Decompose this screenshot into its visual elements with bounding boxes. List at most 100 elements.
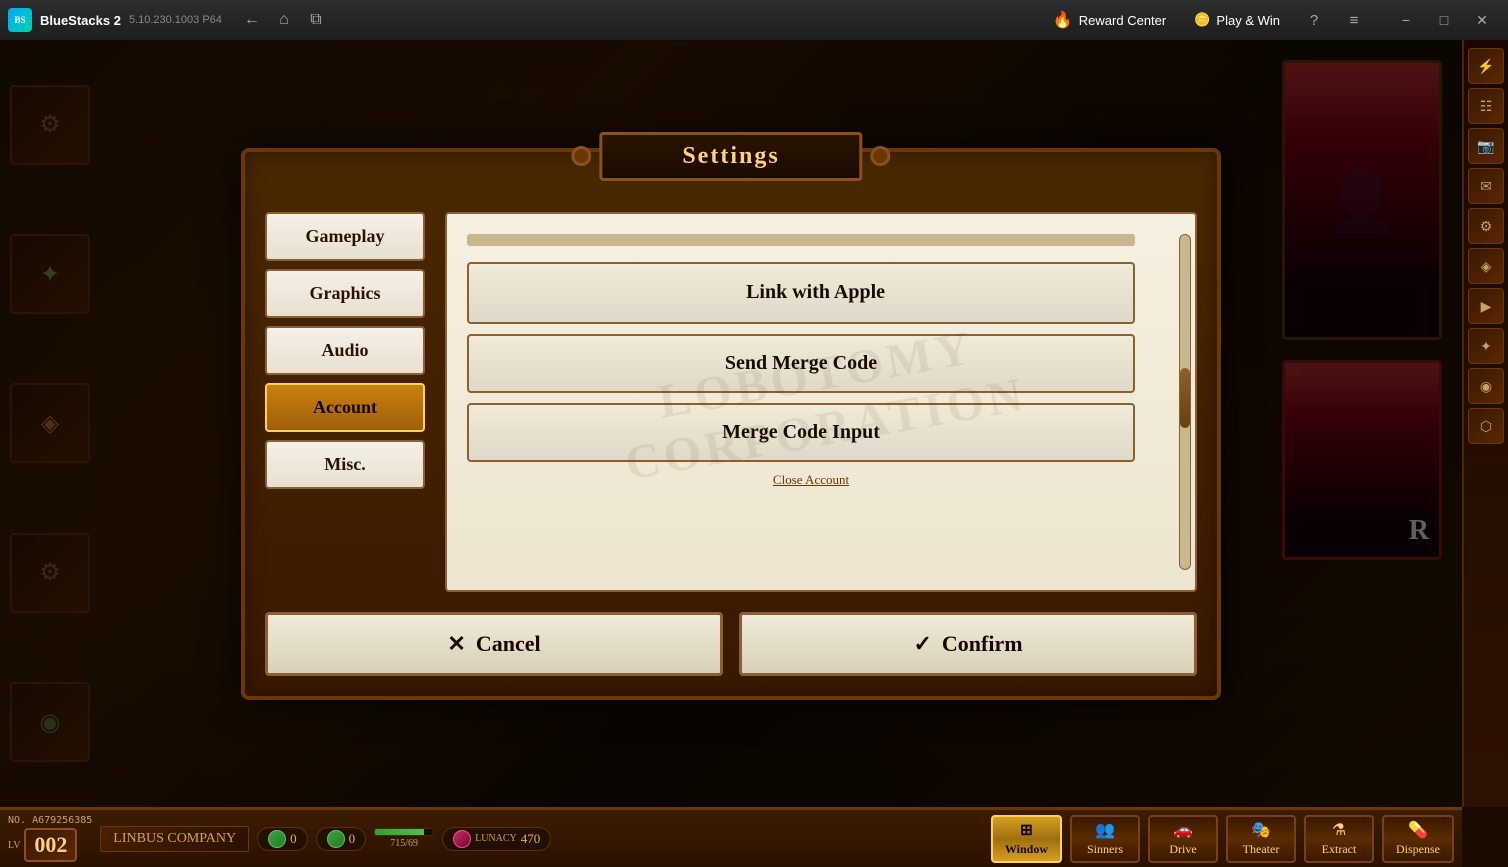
app-name: BlueStacks 2 bbox=[40, 13, 121, 28]
rose-icon bbox=[453, 830, 471, 848]
window-label: Window bbox=[1005, 842, 1048, 857]
multi-instance-button[interactable]: ⧉ bbox=[302, 6, 330, 34]
back-button[interactable]: ← bbox=[238, 6, 266, 34]
confirm-icon: ✓ bbox=[913, 631, 931, 657]
lunacy-label: LUNACY bbox=[475, 833, 517, 844]
close-button[interactable]: ✕ bbox=[1464, 6, 1500, 34]
play-win-label: Play & Win bbox=[1216, 13, 1280, 28]
lunacy-value: 470 bbox=[521, 831, 541, 847]
tab-misc[interactable]: Misc. bbox=[265, 440, 425, 489]
menu-extract-button[interactable]: ⚗ Extract bbox=[1304, 815, 1374, 863]
fire-icon: 🔥 bbox=[1053, 10, 1073, 30]
sidebar-btn-3[interactable]: 📷 bbox=[1468, 128, 1504, 164]
sidebar-btn-6[interactable]: ◈ bbox=[1468, 248, 1504, 284]
menu-theater-button[interactable]: 🎭 Theater bbox=[1226, 815, 1296, 863]
health-bar bbox=[374, 828, 434, 836]
resource-icon-1 bbox=[268, 830, 286, 848]
merge-code-input-button[interactable]: Merge Code Input bbox=[467, 403, 1135, 462]
theater-icon: 🎭 bbox=[1251, 820, 1271, 840]
settings-scrollbar[interactable] bbox=[1179, 234, 1191, 570]
tab-gameplay[interactable]: Gameplay bbox=[265, 212, 425, 261]
deco-circle-right bbox=[871, 146, 891, 166]
tab-graphics[interactable]: Graphics bbox=[265, 269, 425, 318]
sidebar-btn-2[interactable]: ☷ bbox=[1468, 88, 1504, 124]
coin-icon: 🪙 bbox=[1194, 12, 1210, 28]
send-merge-code-button[interactable]: Send Merge Code bbox=[467, 334, 1135, 393]
confirm-button[interactable]: ✓ Confirm bbox=[739, 612, 1197, 676]
send-merge-label: Send Merge Code bbox=[725, 352, 877, 375]
resource-2: 0 bbox=[316, 827, 367, 851]
menu-drive-button[interactable]: 🚗 Drive bbox=[1148, 815, 1218, 863]
sidebar-btn-7[interactable]: ▶ bbox=[1468, 288, 1504, 324]
cancel-button[interactable]: ✕ Cancel bbox=[265, 612, 723, 676]
cancel-label: Cancel bbox=[476, 631, 541, 657]
window-icon: ⊞ bbox=[1020, 820, 1033, 840]
bottom-bar: NO. A679256385 LV 002 LINBUS COMPANY 0 0… bbox=[0, 807, 1462, 867]
health-bar-fill bbox=[375, 829, 424, 835]
merge-input-label: Merge Code Input bbox=[722, 421, 880, 444]
home-button[interactable]: ⌂ bbox=[270, 6, 298, 34]
settings-right-panel: LOBOTOMY CORPORATION  Link with Apple bbox=[445, 212, 1197, 592]
sinners-icon: 👥 bbox=[1095, 820, 1115, 840]
help-button[interactable]: ? bbox=[1300, 6, 1328, 34]
maximize-button[interactable]: □ bbox=[1426, 6, 1462, 34]
player-name: LINBUS COMPANY bbox=[100, 826, 249, 852]
tab-audio[interactable]: Audio bbox=[265, 326, 425, 375]
sidebar-btn-5[interactable]: ⚙ bbox=[1468, 208, 1504, 244]
drive-icon: 🚗 bbox=[1173, 820, 1193, 840]
menu-sinners-button[interactable]: 👥 Sinners bbox=[1070, 815, 1140, 863]
resource-1: 0 bbox=[257, 827, 308, 851]
titlebar-nav: ← ⌂ ⧉ bbox=[238, 6, 330, 34]
close-account-link[interactable]: Close Account bbox=[467, 472, 1155, 488]
player-id: NO. A679256385 bbox=[8, 815, 92, 826]
settings-tabs: Gameplay Graphics Audio Account Misc. bbox=[265, 212, 425, 592]
health-value: 715/69 bbox=[374, 838, 434, 849]
sidebar-btn-10[interactable]: ⬡ bbox=[1468, 408, 1504, 444]
sidebar-btn-4[interactable]: ✉ bbox=[1468, 168, 1504, 204]
deco-circle-left bbox=[571, 146, 591, 166]
settings-panel: Settings Gameplay Graphics Audio Account… bbox=[241, 148, 1221, 700]
right-sidebar: ⚡ ☷ 📷 ✉ ⚙ ◈ ▶ ✦ ◉ ⬡ bbox=[1462, 40, 1508, 807]
app-version: 5.10.230.1003 P64 bbox=[129, 14, 222, 26]
drive-label: Drive bbox=[1169, 842, 1196, 857]
menu-dispense-button[interactable]: 💊 Dispense bbox=[1382, 815, 1454, 863]
extract-icon: ⚗ bbox=[1332, 820, 1346, 840]
apple-icon:  bbox=[717, 280, 734, 306]
scrollbar-thumb bbox=[1180, 368, 1190, 428]
sinners-label: Sinners bbox=[1087, 842, 1123, 857]
reward-center-button[interactable]: 🔥 Reward Center bbox=[1045, 6, 1174, 34]
cancel-icon: ✕ bbox=[447, 631, 465, 657]
extract-label: Extract bbox=[1322, 842, 1357, 857]
window-controls: − □ ✕ bbox=[1388, 6, 1500, 34]
sidebar-btn-1[interactable]: ⚡ bbox=[1468, 48, 1504, 84]
dispense-label: Dispense bbox=[1396, 842, 1440, 857]
menu-window-button[interactable]: ⊞ Window bbox=[991, 815, 1062, 863]
settings-content: Gameplay Graphics Audio Account Misc. LO… bbox=[265, 212, 1197, 592]
titlebar: BS BlueStacks 2 5.10.230.1003 P64 ← ⌂ ⧉ … bbox=[0, 0, 1508, 40]
account-progress-bar bbox=[467, 234, 1135, 246]
settings-title: Settings bbox=[599, 132, 862, 181]
bluestacks-logo: BS bbox=[8, 8, 32, 32]
dispense-icon: 💊 bbox=[1408, 820, 1428, 840]
lunacy-resource: LUNACY 470 bbox=[442, 827, 551, 851]
link-apple-label: Link with Apple bbox=[746, 281, 885, 304]
confirm-label: Confirm bbox=[942, 631, 1023, 657]
game-area: ⚙ ✦ ◈ ⚙ ◉ 👤 on R Settings bbox=[0, 40, 1462, 807]
tab-account[interactable]: Account bbox=[265, 383, 425, 432]
settings-actions: ✕ Cancel ✓ Confirm bbox=[265, 612, 1197, 676]
sidebar-btn-8[interactable]: ✦ bbox=[1468, 328, 1504, 364]
minimize-button[interactable]: − bbox=[1388, 6, 1424, 34]
titlebar-right: 🔥 Reward Center 🪙 Play & Win ? ≡ − □ ✕ bbox=[1045, 6, 1500, 34]
play-win-button[interactable]: 🪙 Play & Win bbox=[1186, 8, 1288, 32]
content-area:  Link with Apple Send Merge Code Merge … bbox=[467, 234, 1175, 570]
sidebar-btn-9[interactable]: ◉ bbox=[1468, 368, 1504, 404]
reward-center-label: Reward Center bbox=[1079, 13, 1166, 28]
health-bars: 715/69 bbox=[374, 828, 434, 849]
level-prefix: LV bbox=[8, 840, 20, 851]
link-apple-button[interactable]:  Link with Apple bbox=[467, 262, 1135, 324]
resource-2-value: 0 bbox=[349, 831, 356, 847]
theater-label: Theater bbox=[1243, 842, 1280, 857]
menu-button[interactable]: ≡ bbox=[1340, 6, 1368, 34]
modal-overlay: Settings Gameplay Graphics Audio Account… bbox=[0, 40, 1462, 807]
resource-icon-2 bbox=[327, 830, 345, 848]
